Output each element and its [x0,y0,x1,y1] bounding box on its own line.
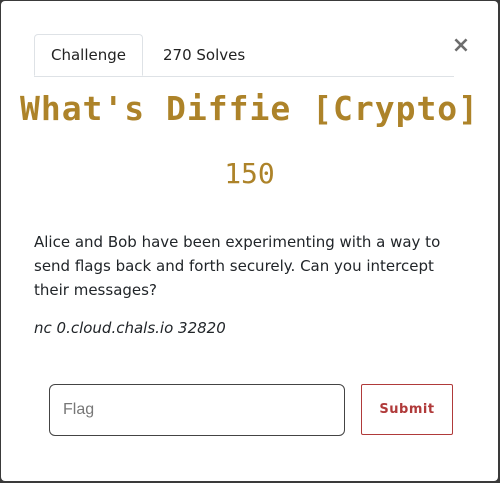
flag-input[interactable] [49,384,345,436]
challenge-tabs: Challenge 270 Solves [34,34,454,77]
challenge-description: Alice and Bob have been experimenting wi… [34,233,441,299]
connection-info: nc 0.cloud.chals.io 32820 [34,319,226,337]
submit-button[interactable]: Submit [361,384,453,435]
challenge-title: What's Diffie [Crypto] [19,89,480,128]
challenge-points: 150 [224,157,275,190]
tab-solves[interactable]: 270 Solves [147,34,261,75]
close-icon[interactable]: × [450,33,472,59]
tab-challenge[interactable]: Challenge [34,34,143,76]
challenge-modal: Challenge 270 Solves × What's Diffie [Cr… [1,1,498,481]
